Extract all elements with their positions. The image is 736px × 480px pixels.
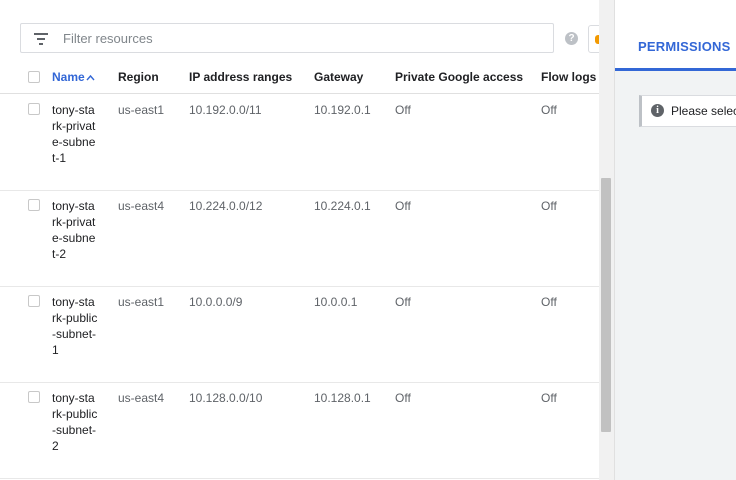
info-message-text: Please select (671, 104, 736, 118)
subnet-name-link[interactable]: tony-stark-private-subnet-2 (52, 198, 98, 262)
tab-permissions[interactable]: PERMISSIONS (615, 0, 736, 71)
column-header-flow-logs[interactable]: Flow logs (541, 62, 596, 93)
flow-logs-cell: Off (541, 391, 557, 405)
filter-input[interactable] (63, 24, 543, 52)
column-header-name[interactable]: Name (52, 62, 85, 93)
ip-range-cell: 10.0.0.0/9 (189, 295, 243, 309)
region-cell: us-east1 (118, 103, 165, 117)
column-header-ip-ranges[interactable]: IP address ranges (189, 62, 292, 93)
private-google-access-cell: Off (395, 103, 411, 117)
region-cell: us-east1 (118, 295, 165, 309)
column-display-button[interactable] (588, 25, 599, 53)
region-cell: us-east4 (118, 391, 165, 405)
ip-range-cell: 10.224.0.0/12 (189, 199, 263, 213)
private-google-access-cell: Off (395, 295, 411, 309)
select-all-checkbox[interactable] (28, 71, 40, 83)
row-checkbox[interactable] (28, 391, 40, 403)
subnets-pane: ? Name Region IP address ranges Gateway … (0, 0, 599, 480)
arrow-up-icon[interactable] (86, 74, 95, 81)
private-google-access-cell: Off (395, 199, 411, 213)
ip-range-cell: 10.128.0.0/10 (189, 391, 263, 405)
info-icon: i (651, 104, 664, 117)
info-panel: PERMISSIONS i Please select (614, 0, 736, 480)
row-checkbox[interactable] (28, 199, 40, 211)
scrollbar-thumb[interactable] (601, 178, 611, 432)
flow-logs-cell: Off (541, 295, 557, 309)
table-row[interactable]: tony-stark-private-subnet-1 us-east1 10.… (0, 94, 599, 191)
subnet-name-link[interactable]: tony-stark-private-subnet-1 (52, 102, 98, 166)
filter-bar[interactable] (20, 23, 554, 53)
column-header-gateway[interactable]: Gateway (314, 62, 363, 93)
row-checkbox[interactable] (28, 295, 40, 307)
private-google-access-cell: Off (395, 391, 411, 405)
gateway-cell: 10.0.0.1 (314, 295, 358, 309)
gateway-cell: 10.192.0.1 (314, 103, 371, 117)
subnet-name-link[interactable]: tony-stark-public-subnet-2 (52, 390, 98, 454)
help-icon[interactable]: ? (565, 32, 578, 45)
active-tab-indicator (615, 68, 736, 71)
flow-logs-cell: Off (541, 103, 557, 117)
ip-range-cell: 10.192.0.0/11 (189, 103, 262, 117)
subnet-name-link[interactable]: tony-stark-public-subnet-1 (52, 294, 98, 358)
gateway-cell: 10.128.0.1 (314, 391, 371, 405)
info-message: i Please select (639, 95, 736, 127)
column-header-region[interactable]: Region (118, 62, 159, 93)
filter-list-icon (34, 32, 50, 46)
column-header-private-google-access[interactable]: Private Google access (395, 62, 523, 93)
flow-logs-cell: Off (541, 199, 557, 213)
tab-permissions-label: PERMISSIONS (638, 39, 731, 54)
region-cell: us-east4 (118, 199, 165, 213)
table-row[interactable]: tony-stark-private-subnet-2 us-east4 10.… (0, 190, 599, 287)
table-row[interactable]: tony-stark-public-subnet-1 us-east1 10.0… (0, 286, 599, 383)
gateway-cell: 10.224.0.1 (314, 199, 371, 213)
panel-tab-bar: PERMISSIONS (615, 0, 736, 71)
row-checkbox[interactable] (28, 103, 40, 115)
table-row[interactable]: tony-stark-public-subnet-2 us-east4 10.1… (0, 382, 599, 479)
